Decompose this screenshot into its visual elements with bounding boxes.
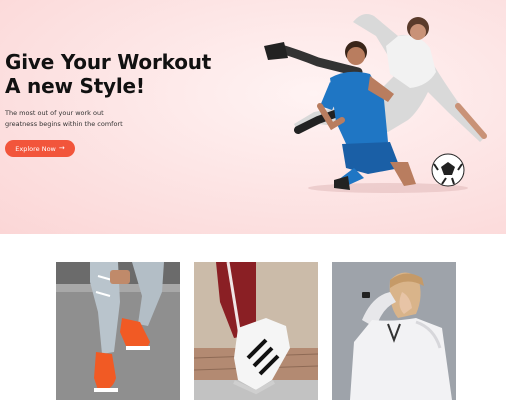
hero-title-line-1: Give Your Workout bbox=[5, 50, 212, 74]
product-gallery bbox=[56, 262, 456, 400]
product-card-2[interactable] bbox=[194, 262, 318, 400]
ripped-jeans-sneakers-image bbox=[56, 262, 180, 400]
explore-now-label: Explore Now bbox=[15, 144, 56, 153]
hero-subtitle-line-2: greatness begins within the comfort bbox=[5, 120, 123, 128]
hero-subtitle-line-1: The most out of your work out bbox=[5, 109, 104, 117]
striped-pants-sneakers-image bbox=[194, 262, 318, 400]
arrow-right-icon: → bbox=[58, 144, 65, 152]
product-card-3[interactable] bbox=[332, 262, 456, 400]
hero-image bbox=[258, 2, 506, 232]
hero-subtitle: The most out of your work out greatness … bbox=[5, 108, 123, 130]
hero-title-line-2: A new Style! bbox=[5, 74, 145, 98]
explore-now-button[interactable]: Explore Now → bbox=[5, 140, 75, 157]
woman-hoodie-image bbox=[332, 262, 456, 400]
hero-banner: Give Your Workout A new Style! The most … bbox=[0, 0, 506, 234]
product-card-1[interactable] bbox=[56, 262, 180, 400]
hero-title: Give Your Workout A new Style! bbox=[5, 50, 211, 98]
